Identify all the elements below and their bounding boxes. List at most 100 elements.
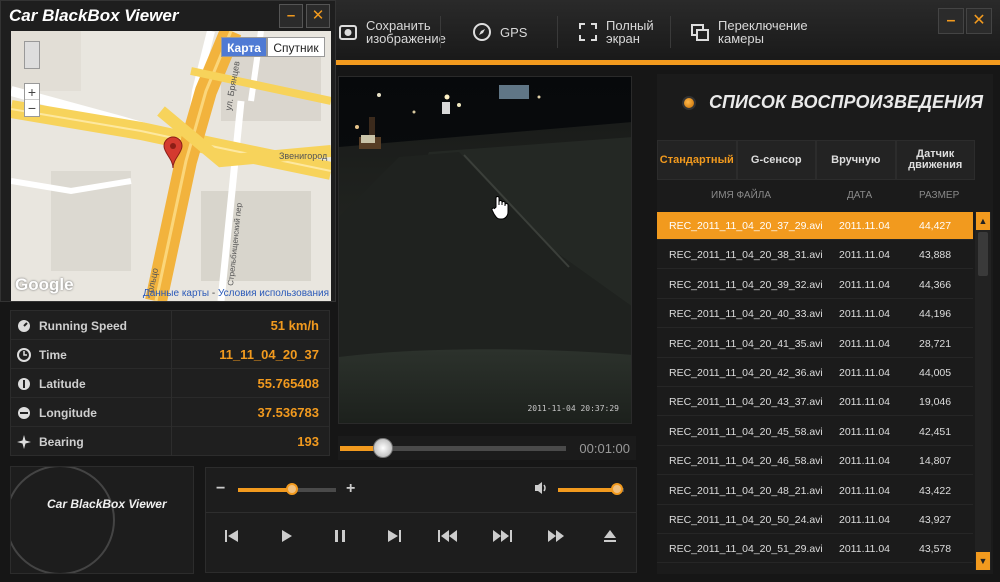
file-name: REC_2011_11_04_20_46_58.avi xyxy=(669,455,823,468)
volume-icon[interactable] xyxy=(534,481,550,495)
play-icon xyxy=(282,530,292,542)
playlist-row[interactable]: REC_2011_11_04_20_38_31.avi 2011.11.04 43,… xyxy=(657,241,973,270)
file-size: 44,196 xyxy=(919,308,952,321)
play-button[interactable] xyxy=(274,524,298,548)
telemetry-label: Longitude xyxy=(39,406,97,420)
rewind-button[interactable] xyxy=(436,524,460,548)
pause-button[interactable] xyxy=(328,524,352,548)
playlist-tabs: Стандартный G-сенсор Вручную Датчик движ… xyxy=(657,140,975,180)
telemetry-row-speed: Running Speed 51 km/h xyxy=(11,311,329,340)
file-name: REC_2011_11_04_20_43_37.avi xyxy=(669,396,823,409)
next-file-button[interactable] xyxy=(382,524,406,548)
telemetry-value: 37.536783 xyxy=(257,405,319,420)
playlist-row[interactable]: REC_2011_11_04_20_50_24.avi 2011.11.04 43,… xyxy=(657,506,973,534)
playlist-row[interactable]: REC_2011_11_04_20_40_33.avi 2011.11.04 44,… xyxy=(657,300,973,329)
telemetry-value: 55.765408 xyxy=(257,376,319,391)
playlist-indicator-icon xyxy=(682,96,696,110)
camera-icon xyxy=(338,22,358,42)
pause-icon xyxy=(335,530,345,542)
playlist-header: СПИСОК ВОСПРОИЗВЕДЕНИЯ xyxy=(657,74,993,134)
fullscreen-button[interactable]: Полный экран xyxy=(578,14,664,50)
zoom-control[interactable]: + − xyxy=(24,83,40,117)
file-date: 2011.11.04 xyxy=(839,367,890,379)
terms-link[interactable]: Условия использования xyxy=(218,288,329,299)
file-size: 14,807 xyxy=(919,455,952,468)
playlist-row[interactable]: REC_2011_11_04_20_48_21.avi 2011.11.04 43,… xyxy=(657,477,973,505)
legal-separator: - xyxy=(211,288,216,299)
eject-button[interactable] xyxy=(598,524,622,548)
tab-manual[interactable]: Вручную xyxy=(816,140,896,180)
eject-icon xyxy=(604,530,616,542)
playlist-row[interactable]: REC_2011_11_04_20_41_35.avi 2011.11.04 28,… xyxy=(657,330,973,358)
telemetry-label: Time xyxy=(39,348,67,362)
telemetry-row-longitude: Longitude 37.536783 xyxy=(11,398,329,427)
playlist-row[interactable]: REC_2011_11_04_20_42_36.avi 2011.11.04 44,… xyxy=(657,359,973,387)
map-zoom-out-button[interactable]: − xyxy=(25,100,39,116)
telemetry-divider xyxy=(171,398,172,427)
telemetry-divider xyxy=(171,369,172,398)
volume-slider-fill xyxy=(558,488,618,492)
playlist-title: СПИСОК ВОСПРОИЗВЕДЕНИЯ xyxy=(709,92,984,112)
fast-forward-end-icon xyxy=(493,530,512,542)
file-size: 28,721 xyxy=(919,337,952,350)
file-name: REC_2011_11_04_20_48_21.avi xyxy=(669,484,823,497)
video-frame[interactable]: 2011-11-04 20:37:29 xyxy=(338,76,632,424)
rewind-icon xyxy=(438,530,457,542)
file-size: 19,046 xyxy=(919,396,952,409)
playlist-row[interactable]: REC_2011_11_04_20_51_29.avi 2011.11.04 43,… xyxy=(657,535,973,564)
logo-emblem xyxy=(11,467,115,573)
playlist-scrollbar[interactable]: ▲ ▼ xyxy=(975,212,991,570)
map-minimize-button[interactable]: – xyxy=(279,4,303,28)
telemetry-label: Latitude xyxy=(39,377,86,391)
file-date: 2011.11.04 xyxy=(839,514,890,526)
fullscreen-icon xyxy=(578,22,598,42)
save-image-button[interactable]: Сохранить изображение xyxy=(338,14,446,50)
tab-g-sensor[interactable]: G-сенсор xyxy=(736,140,816,180)
column-header-size[interactable]: РАЗМЕР xyxy=(919,190,959,201)
minimize-button[interactable]: – xyxy=(938,8,964,34)
map-type-satellite-button[interactable]: Спутник xyxy=(267,37,325,57)
file-name: REC_2011_11_04_20_42_36.avi xyxy=(669,367,823,379)
playlist-row[interactable]: REC_2011_11_04_20_43_37.avi 2011.11.04 19,… xyxy=(657,388,973,417)
map-zoom-in-button[interactable]: + xyxy=(25,84,39,100)
gps-button[interactable]: GPS xyxy=(472,14,527,50)
column-header-filename[interactable]: ИМЯ ФАЙЛА xyxy=(711,190,771,201)
playlist-row[interactable]: REC_2011_11_04_20_45_58.avi 2011.11.04 42,… xyxy=(657,418,973,446)
playlist-row[interactable]: REC_2011_11_04_20_39_32.avi 2011.11.04 44,… xyxy=(657,271,973,299)
seek-bar[interactable]: 00:01:00 xyxy=(338,436,636,460)
clock-icon xyxy=(17,348,31,362)
forward-button[interactable] xyxy=(490,524,514,548)
zoom-slider-handle[interactable] xyxy=(285,483,298,495)
playlist-row[interactable]: REC_2011_11_04_20_46_58.avi 2011.11.04 14,… xyxy=(657,447,973,476)
close-button[interactable]: ✕ xyxy=(966,8,992,34)
tab-motion-sensor[interactable]: Датчик движения xyxy=(895,140,975,180)
tab-standard[interactable]: Стандартный xyxy=(657,140,737,180)
file-name: REC_2011_11_04_20_39_32.avi xyxy=(669,278,823,291)
pegman-icon[interactable] xyxy=(24,41,40,69)
map-data-link[interactable]: Данные карты xyxy=(143,288,209,299)
zoom-out-button[interactable]: − xyxy=(216,480,225,498)
file-name: REC_2011_11_04_20_38_31.avi xyxy=(669,249,823,262)
volume-slider-handle[interactable] xyxy=(611,483,624,495)
file-size: 42,451 xyxy=(919,425,952,438)
playlist-row[interactable]: REC_2011_11_04_20_37_29.avi 2011.11.04 44,… xyxy=(657,212,973,240)
logo-text: Car BlackBox Viewer xyxy=(47,497,167,511)
scroll-thumb[interactable] xyxy=(978,232,988,276)
app-title: Car BlackBox Viewer xyxy=(9,6,179,25)
zoom-in-button[interactable]: + xyxy=(346,480,355,498)
scroll-up-icon[interactable]: ▲ xyxy=(976,212,990,230)
playlist-panel: СПИСОК ВОСПРОИЗВЕДЕНИЯ Стандартный G-сен… xyxy=(657,74,993,574)
map-view[interactable]: ул. Брянцев Звенигород Стрельбищенский п… xyxy=(11,31,331,301)
fast-forward-button[interactable] xyxy=(544,524,568,548)
playlist-column-headers: ИМЯ ФАЙЛА ДАТА РАЗМЕР xyxy=(657,186,975,208)
video-timestamp: 2011-11-04 20:37:29 xyxy=(527,404,619,413)
map-type-map-button[interactable]: Карта xyxy=(221,37,267,57)
previous-file-button[interactable] xyxy=(220,524,244,548)
column-header-date[interactable]: ДАТА xyxy=(847,190,872,201)
switch-camera-button[interactable]: Переключение камеры xyxy=(690,14,818,50)
scroll-down-icon[interactable]: ▼ xyxy=(976,552,990,570)
telemetry-value: 11_11_04_20_37 xyxy=(219,347,319,362)
file-date: 2011.11.04 xyxy=(839,337,890,350)
map-close-button[interactable]: ✕ xyxy=(306,4,330,28)
seek-handle[interactable] xyxy=(372,438,393,458)
